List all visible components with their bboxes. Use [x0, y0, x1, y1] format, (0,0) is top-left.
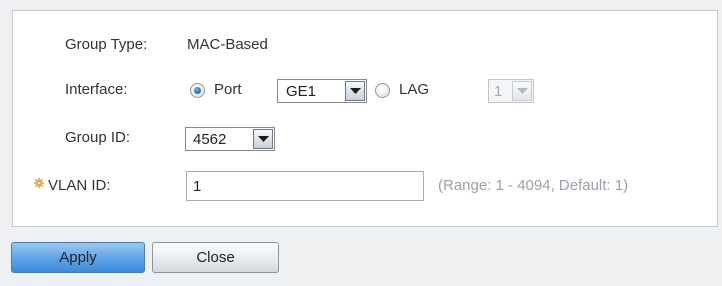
chevron-down-icon — [258, 136, 269, 142]
vlan-id-label: VLAN ID: — [48, 177, 111, 194]
port-select-value: GE1 — [286, 83, 317, 100]
group-id-dropdown-button[interactable] — [253, 129, 273, 149]
lag-radio-label[interactable]: LAG — [399, 81, 429, 98]
lag-select: 1 — [488, 79, 534, 103]
lag-radio[interactable] — [375, 83, 390, 98]
port-select[interactable]: GE1 — [277, 79, 367, 103]
vlan-id-input[interactable] — [186, 171, 424, 201]
port-dropdown-button[interactable] — [345, 81, 365, 101]
lag-dropdown-button — [512, 81, 532, 101]
chevron-down-icon — [350, 88, 361, 94]
group-id-select[interactable]: 4562 — [185, 127, 275, 151]
lag-select-value: 1 — [494, 83, 503, 100]
group-id-select-value: 4562 — [193, 131, 227, 148]
interface-label: Interface: — [65, 81, 128, 98]
radio-selected-dot — [194, 87, 201, 94]
group-id-label: Group ID: — [65, 129, 131, 146]
apply-button[interactable]: Apply — [11, 242, 145, 273]
group-type-label: Group Type: — [65, 36, 148, 53]
vlan-id-range-hint: (Range: 1 - 4094, Default: 1) — [438, 177, 629, 194]
dialog-screen: Group Type: MAC-Based Interface: Port GE… — [0, 0, 722, 286]
required-gear-icon — [34, 178, 44, 188]
group-type-value: MAC-Based — [187, 36, 268, 53]
chevron-down-icon — [517, 88, 528, 94]
port-radio-label[interactable]: Port — [214, 81, 242, 98]
port-radio[interactable] — [190, 83, 205, 98]
close-button[interactable]: Close — [152, 242, 279, 273]
